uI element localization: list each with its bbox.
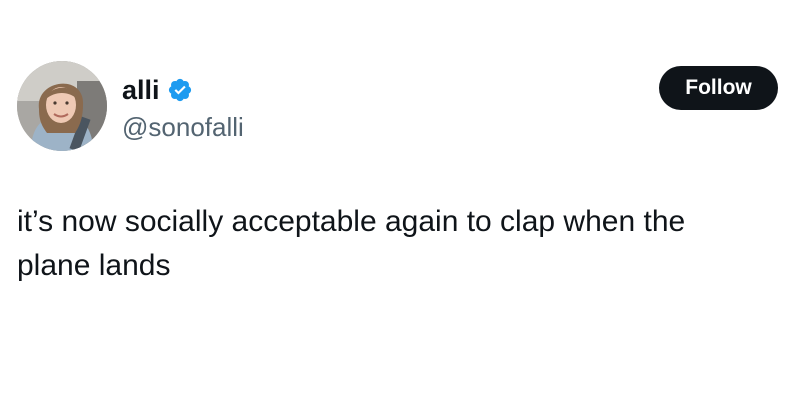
user-handle[interactable]: @sonofalli <box>122 111 244 143</box>
avatar[interactable] <box>17 61 107 151</box>
verified-badge-icon <box>167 77 193 103</box>
tweet-text: it’s now socially acceptable again to cl… <box>17 205 686 282</box>
display-name[interactable]: alli <box>122 73 160 107</box>
tweet-card: alli @sonofalli Follow it’s now socially… <box>0 0 800 412</box>
name-row: alli <box>122 73 193 107</box>
follow-button[interactable]: Follow <box>659 66 778 110</box>
profile-photo-icon <box>17 61 107 151</box>
